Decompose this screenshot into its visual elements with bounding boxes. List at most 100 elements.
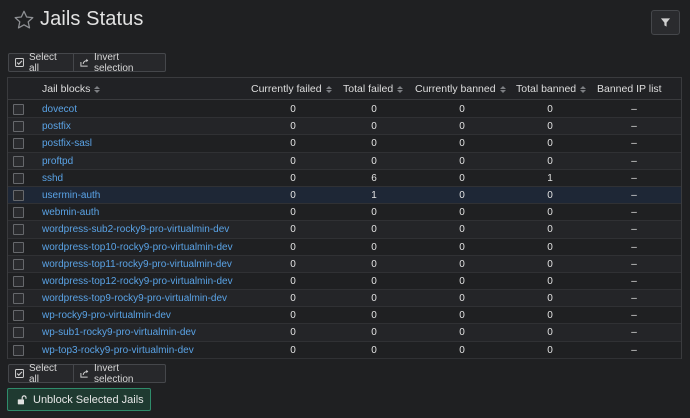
- table-row[interactable]: postfix-sasl 0 0 0 0 –: [8, 135, 681, 153]
- share-arrow-icon: [80, 58, 89, 67]
- table-row[interactable]: proftpd 0 0 0 0 –: [8, 152, 681, 170]
- sort-icon: [94, 85, 101, 93]
- table-row[interactable]: sshd 0 6 0 1 –: [8, 169, 681, 187]
- table-body: dovecot 0 0 0 0 – postfix 0 0 0 0 – postfix-sasl 0 0 0 0…: [8, 101, 681, 359]
- jail-link[interactable]: wp-sub1-rocky9-pro-virtualmin-dev: [42, 324, 196, 341]
- column-header-jail-blocks[interactable]: Jail blocks: [42, 78, 101, 100]
- total-failed-cell: 6: [371, 172, 377, 184]
- banned-ip-list-cell: –: [631, 104, 637, 115]
- currently-banned-cell: 0: [459, 224, 465, 236]
- table-row[interactable]: wp-top3-rocky9-pro-virtualmin-dev 0 0 0 0 –: [8, 341, 681, 359]
- total-banned-cell: 0: [547, 327, 553, 339]
- table-row[interactable]: wp-sub1-rocky9-pro-virtualmin-dev 0 0 0 0 –: [8, 324, 681, 342]
- banned-ip-list-cell: –: [631, 121, 637, 133]
- row-checkbox[interactable]: [13, 224, 24, 236]
- jail-link[interactable]: dovecot: [42, 101, 77, 118]
- total-failed-cell: 0: [371, 241, 377, 253]
- table-row[interactable]: wordpress-top10-rocky9-pro-virtualmin-de…: [8, 238, 681, 256]
- selection-toolbar-top: Select all Invert selection: [8, 51, 166, 74]
- row-checkbox[interactable]: [13, 207, 24, 219]
- total-failed-cell: 0: [371, 207, 377, 219]
- jail-link[interactable]: wordpress-top9-rocky9-pro-virtualmin-dev: [42, 290, 227, 307]
- row-checkbox[interactable]: [13, 275, 24, 287]
- total-banned-cell: 0: [547, 138, 553, 150]
- jail-link[interactable]: wordpress-top11-rocky9-pro-virtualmin-de…: [42, 256, 232, 273]
- currently-failed-cell: 0: [290, 104, 296, 115]
- jail-link[interactable]: proftpd: [42, 153, 73, 170]
- column-label: Jail blocks: [42, 83, 91, 95]
- invert-selection-button[interactable]: Invert selection: [74, 52, 166, 74]
- table-row[interactable]: wordpress-sub2-rocky9-pro-virtualmin-dev…: [8, 221, 681, 239]
- star-outline-icon[interactable]: [13, 9, 35, 31]
- row-checkbox[interactable]: [13, 104, 24, 115]
- filter-button[interactable]: [651, 10, 680, 35]
- column-header-total-banned[interactable]: Total banned: [516, 78, 587, 100]
- total-failed-cell: 0: [371, 344, 377, 356]
- currently-failed-cell: 0: [290, 189, 296, 201]
- row-checkbox[interactable]: [13, 258, 24, 270]
- jail-link[interactable]: webmin-auth: [42, 204, 99, 221]
- select-all-button[interactable]: Select all: [8, 363, 74, 385]
- jail-link[interactable]: postfix: [42, 118, 71, 135]
- column-header-total-failed[interactable]: Total failed: [343, 78, 404, 100]
- page-header: Jails Status: [0, 0, 690, 44]
- column-header-currently-banned[interactable]: Currently banned: [415, 78, 506, 100]
- banned-ip-list-cell: –: [631, 241, 637, 253]
- row-checkbox[interactable]: [13, 172, 24, 184]
- table-row[interactable]: wordpress-top9-rocky9-pro-virtualmin-dev…: [8, 290, 681, 308]
- total-banned-cell: 0: [547, 344, 553, 356]
- jail-link[interactable]: wordpress-top10-rocky9-pro-virtualmin-de…: [42, 239, 233, 256]
- table-row[interactable]: usermin-auth 0 1 0 0 –: [8, 186, 681, 205]
- invert-selection-button[interactable]: Invert selection: [74, 363, 166, 385]
- unblock-selected-jails-button[interactable]: Unblock Selected Jails: [7, 388, 151, 411]
- row-checkbox[interactable]: [13, 155, 24, 167]
- total-failed-cell: 0: [371, 327, 377, 339]
- column-header-currently-failed[interactable]: Currently failed: [251, 78, 332, 100]
- total-banned-cell: 0: [547, 155, 553, 167]
- column-label: Banned IP list: [597, 83, 662, 95]
- jails-table: Jail blocks Currently failed Total faile…: [7, 77, 682, 359]
- total-failed-cell: 0: [371, 258, 377, 270]
- jail-link[interactable]: wordpress-sub2-rocky9-pro-virtualmin-dev: [42, 221, 229, 238]
- table-row[interactable]: wordpress-top12-rocky9-pro-virtualmin-de…: [8, 272, 681, 291]
- currently-banned-cell: 0: [459, 104, 465, 115]
- row-checkbox[interactable]: [13, 189, 24, 201]
- jail-link[interactable]: postfix-sasl: [42, 135, 92, 152]
- total-banned-cell: 0: [547, 189, 553, 201]
- table-row[interactable]: postfix 0 0 0 0 –: [8, 118, 681, 136]
- table-row[interactable]: wordpress-top11-rocky9-pro-virtualmin-de…: [8, 255, 681, 273]
- select-all-button[interactable]: Select all: [8, 51, 74, 74]
- currently-failed-cell: 0: [290, 155, 296, 167]
- jails-status-page: Jails Status Select all Invert selection: [0, 0, 690, 418]
- banned-ip-list-cell: –: [631, 224, 637, 236]
- row-checkbox[interactable]: [13, 293, 24, 305]
- table-row[interactable]: dovecot 0 0 0 0 –: [8, 101, 681, 119]
- row-checkbox[interactable]: [13, 241, 24, 253]
- select-all-label: Select all: [29, 51, 57, 74]
- row-checkbox[interactable]: [13, 121, 24, 133]
- currently-banned-cell: 0: [459, 344, 465, 356]
- jail-link[interactable]: wp-rocky9-pro-virtualmin-dev: [42, 307, 171, 324]
- banned-ip-list-cell: –: [631, 327, 637, 339]
- total-failed-cell: 0: [371, 104, 377, 115]
- jail-link[interactable]: wordpress-top12-rocky9-pro-virtualmin-de…: [42, 273, 233, 290]
- sort-icon: [580, 85, 587, 93]
- row-checkbox[interactable]: [13, 327, 24, 339]
- check-square-icon: [15, 58, 24, 67]
- currently-banned-cell: 0: [459, 121, 465, 133]
- table-row[interactable]: webmin-auth 0 0 0 0 –: [8, 204, 681, 222]
- total-failed-cell: 0: [371, 293, 377, 305]
- currently-banned-cell: 0: [459, 310, 465, 322]
- row-checkbox[interactable]: [13, 138, 24, 150]
- banned-ip-list-cell: –: [631, 138, 637, 150]
- row-checkbox[interactable]: [13, 344, 24, 356]
- table-row[interactable]: wp-rocky9-pro-virtualmin-dev 0 0 0 0 –: [8, 307, 681, 325]
- jail-link[interactable]: wp-top3-rocky9-pro-virtualmin-dev: [42, 342, 194, 359]
- currently-failed-cell: 0: [290, 241, 296, 253]
- total-banned-cell: 0: [547, 207, 553, 219]
- row-checkbox[interactable]: [13, 310, 24, 322]
- currently-banned-cell: 0: [459, 241, 465, 253]
- jail-link[interactable]: sshd: [42, 170, 63, 187]
- currently-banned-cell: 0: [459, 258, 465, 270]
- jail-link[interactable]: usermin-auth: [42, 187, 100, 204]
